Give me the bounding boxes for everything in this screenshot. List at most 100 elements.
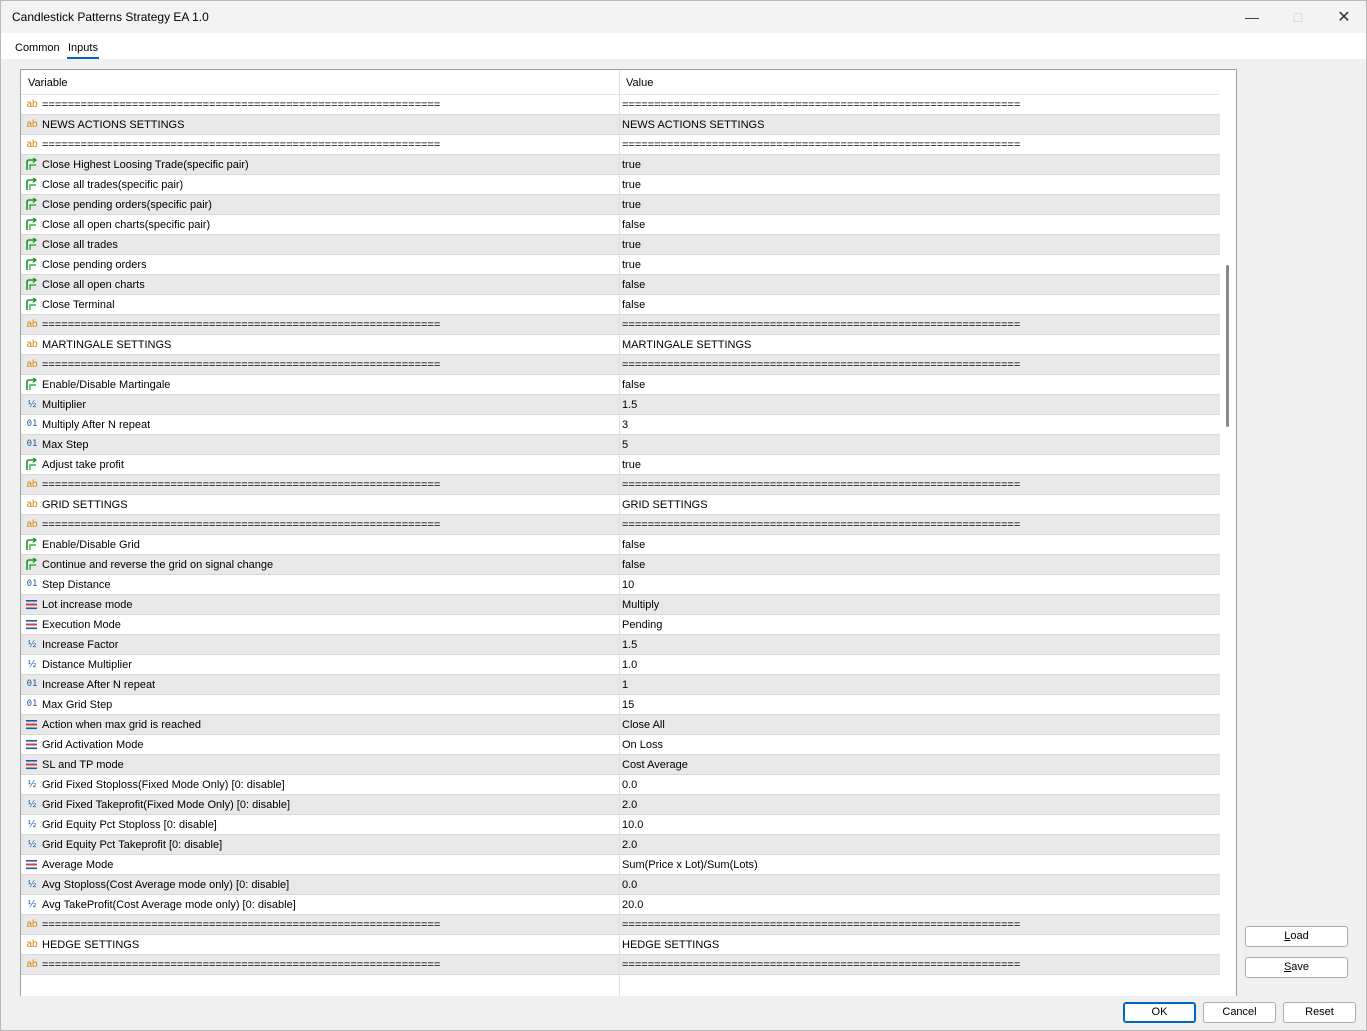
- vertical-scrollbar[interactable]: [1220, 70, 1236, 1011]
- table-row[interactable]: ab ======================================…: [21, 355, 1220, 375]
- maximize-button[interactable]: □: [1275, 1, 1321, 33]
- variable-value[interactable]: false: [622, 299, 645, 311]
- tab-common[interactable]: Common: [15, 42, 60, 54]
- variable-value[interactable]: Multiply: [622, 599, 659, 611]
- table-row[interactable]: Close all open charts false: [21, 275, 1220, 295]
- variable-value[interactable]: NEWS ACTIONS SETTINGS: [622, 119, 764, 131]
- scrollbar-thumb[interactable]: [1226, 265, 1229, 427]
- table-row[interactable]: 01 Step Distance 10: [21, 575, 1220, 595]
- table-row[interactable]: ½ Grid Equity Pct Takeprofit [0: disable]…: [21, 835, 1220, 855]
- variable-value[interactable]: 15: [622, 699, 634, 711]
- table-row[interactable]: SL and TP mode Cost Average: [21, 755, 1220, 775]
- table-row[interactable]: ab ======================================…: [21, 95, 1220, 115]
- variable-value[interactable]: 0.0: [622, 879, 637, 891]
- save-button[interactable]: Save: [1245, 957, 1348, 978]
- column-header-value[interactable]: Value: [626, 77, 653, 89]
- table-row[interactable]: Action when max grid is reached Close All: [21, 715, 1220, 735]
- variable-value[interactable]: false: [622, 219, 645, 231]
- ok-button[interactable]: OK: [1123, 1002, 1196, 1023]
- close-button[interactable]: ✕: [1321, 1, 1367, 33]
- table-row[interactable]: Close Terminal false: [21, 295, 1220, 315]
- table-row[interactable]: Close all trades(specific pair) true: [21, 175, 1220, 195]
- variable-value[interactable]: ========================================…: [622, 139, 1020, 151]
- variable-value[interactable]: 1: [622, 679, 628, 691]
- variable-value[interactable]: 3: [622, 419, 628, 431]
- variable-value[interactable]: true: [622, 159, 641, 171]
- variable-value[interactable]: false: [622, 379, 645, 391]
- table-row[interactable]: ½ Avg TakeProfit(Cost Average mode only) …: [21, 895, 1220, 915]
- variable-value[interactable]: true: [622, 199, 641, 211]
- variable-value[interactable]: Sum(Price x Lot)/Sum(Lots): [622, 859, 758, 871]
- table-row[interactable]: ab ======================================…: [21, 915, 1220, 935]
- table-row[interactable]: ½ Grid Equity Pct Stoploss [0: disable] 10…: [21, 815, 1220, 835]
- table-row[interactable]: ½ Grid Fixed Stoploss(Fixed Mode Only) [0…: [21, 775, 1220, 795]
- table-row[interactable]: Close all trades true: [21, 235, 1220, 255]
- variable-value[interactable]: true: [622, 239, 641, 251]
- variable-value[interactable]: true: [622, 459, 641, 471]
- variable-value[interactable]: 20.0: [622, 899, 643, 911]
- variable-value[interactable]: ========================================…: [622, 519, 1020, 531]
- table-row[interactable]: Close pending orders true: [21, 255, 1220, 275]
- table-row[interactable]: ab NEWS ACTIONS SETTINGS NEWS ACTIONS SETT…: [21, 115, 1220, 135]
- variable-value[interactable]: ========================================…: [622, 319, 1020, 331]
- variable-value[interactable]: false: [622, 539, 645, 551]
- table-row[interactable]: Adjust take profit true: [21, 455, 1220, 475]
- variable-value[interactable]: false: [622, 279, 645, 291]
- variable-value[interactable]: Pending: [622, 619, 662, 631]
- variable-value[interactable]: ========================================…: [622, 99, 1020, 111]
- variable-value[interactable]: 2.0: [622, 799, 637, 811]
- table-row[interactable]: ab ======================================…: [21, 475, 1220, 495]
- table-row[interactable]: ab HEDGE SETTINGS HEDGE SETTINGS: [21, 935, 1220, 955]
- column-header-variable[interactable]: Variable: [28, 77, 68, 89]
- table-row[interactable]: 01 Max Step 5: [21, 435, 1220, 455]
- variable-value[interactable]: 1.0: [622, 659, 637, 671]
- table-row[interactable]: ½ Multiplier 1.5: [21, 395, 1220, 415]
- variable-value[interactable]: ========================================…: [622, 359, 1020, 371]
- table-row[interactable]: ab ======================================…: [21, 515, 1220, 535]
- table-row[interactable]: Execution Mode Pending: [21, 615, 1220, 635]
- variable-value[interactable]: ========================================…: [622, 479, 1020, 491]
- variable-value[interactable]: 1.5: [622, 639, 637, 651]
- variable-value[interactable]: Close All: [622, 719, 665, 731]
- table-row[interactable]: ½ Increase Factor 1.5: [21, 635, 1220, 655]
- variable-value[interactable]: true: [622, 259, 641, 271]
- table-row[interactable]: ab ======================================…: [21, 135, 1220, 155]
- load-button[interactable]: Load: [1245, 926, 1348, 947]
- table-row[interactable]: Close pending orders(specific pair) true: [21, 195, 1220, 215]
- table-row[interactable]: Lot increase mode Multiply: [21, 595, 1220, 615]
- table-row[interactable]: 01 Max Grid Step 15: [21, 695, 1220, 715]
- table-row[interactable]: ab GRID SETTINGS GRID SETTINGS: [21, 495, 1220, 515]
- variable-value[interactable]: 2.0: [622, 839, 637, 851]
- table-row[interactable]: Close Highest Loosing Trade(specific pai…: [21, 155, 1220, 175]
- table-row[interactable]: Grid Activation Mode On Loss: [21, 735, 1220, 755]
- reset-button[interactable]: Reset: [1283, 1002, 1356, 1023]
- variable-value[interactable]: GRID SETTINGS: [622, 499, 708, 511]
- variable-value[interactable]: true: [622, 179, 641, 191]
- table-row[interactable]: Enable/Disable Martingale false: [21, 375, 1220, 395]
- table-row[interactable]: ½ Distance Multiplier 1.0: [21, 655, 1220, 675]
- variable-value[interactable]: 10.0: [622, 819, 643, 831]
- table-row[interactable]: 01 Multiply After N repeat 3: [21, 415, 1220, 435]
- table-row[interactable]: Enable/Disable Grid false: [21, 535, 1220, 555]
- variable-value[interactable]: 0.0: [622, 779, 637, 791]
- table-row[interactable]: ab ======================================…: [21, 315, 1220, 335]
- variable-value[interactable]: HEDGE SETTINGS: [622, 939, 719, 951]
- variable-value[interactable]: MARTINGALE SETTINGS: [622, 339, 751, 351]
- table-row[interactable]: ½ Avg Stoploss(Cost Average mode only) [0…: [21, 875, 1220, 895]
- variable-value[interactable]: Cost Average: [622, 759, 688, 771]
- variable-value[interactable]: 5: [622, 439, 628, 451]
- variable-value[interactable]: 10: [622, 579, 634, 591]
- table-row[interactable]: ½ Grid Fixed Takeprofit(Fixed Mode Only) …: [21, 795, 1220, 815]
- table-row[interactable]: Close all open charts(specific pair) fals…: [21, 215, 1220, 235]
- table-row[interactable]: ab ======================================…: [21, 955, 1220, 975]
- tab-inputs[interactable]: Inputs: [67, 42, 99, 59]
- table-row[interactable]: Continue and reverse the grid on signal …: [21, 555, 1220, 575]
- cancel-button[interactable]: Cancel: [1203, 1002, 1276, 1023]
- table-row[interactable]: 01 Increase After N repeat 1: [21, 675, 1220, 695]
- table-row[interactable]: Average Mode Sum(Price x Lot)/Sum(Lots): [21, 855, 1220, 875]
- variable-value[interactable]: false: [622, 559, 645, 571]
- minimize-button[interactable]: —: [1229, 1, 1275, 33]
- variable-value[interactable]: ========================================…: [622, 919, 1020, 931]
- variable-value[interactable]: ========================================…: [622, 959, 1020, 971]
- table-row[interactable]: ab MARTINGALE SETTINGS MARTINGALE SETTINGS: [21, 335, 1220, 355]
